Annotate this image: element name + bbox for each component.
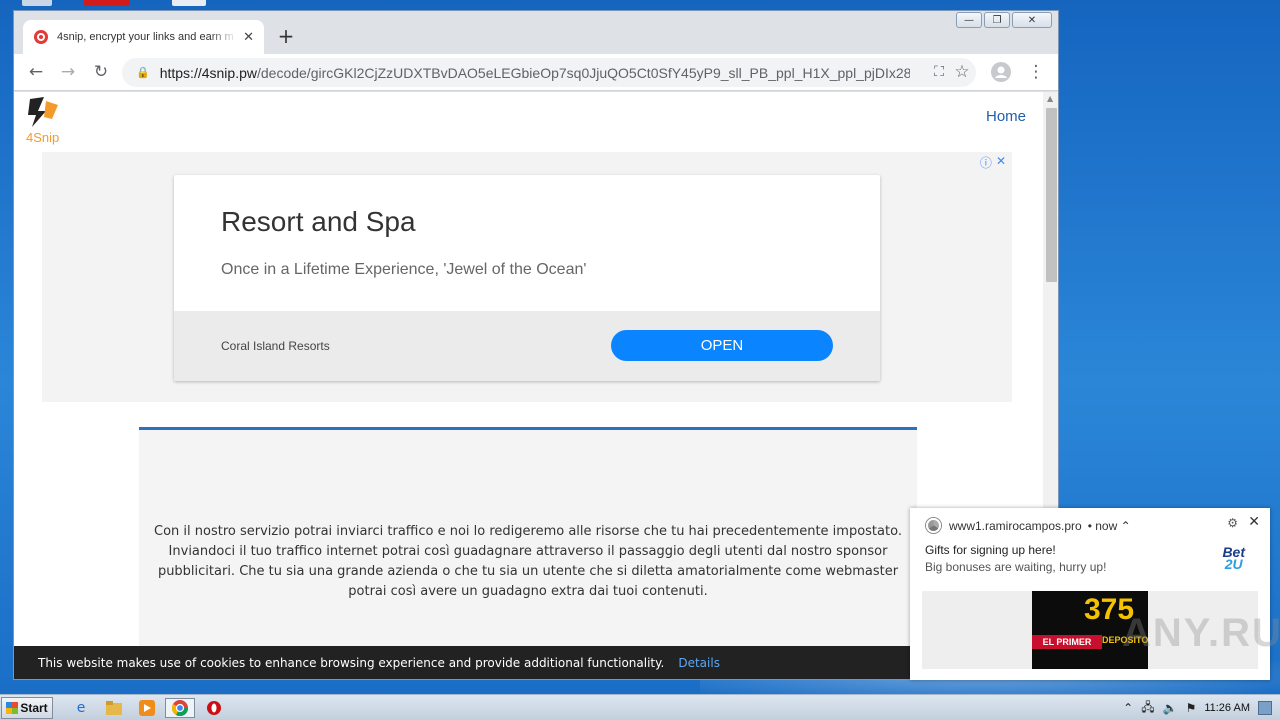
browser-toolbar: ← → ↻ 🔒 https://4snip.pw/decode/gircGKl2… [14, 54, 1058, 91]
taskbar: Start e ⌃ 🖧 🔈 ⚑ 11:26 AM [0, 694, 1280, 720]
profile-avatar-icon[interactable] [991, 62, 1011, 82]
notification-body: Big bonuses are waiting, hurry up! [925, 560, 1107, 574]
ad-open-button[interactable]: OPEN [611, 330, 833, 361]
logo-text[interactable]: 4Snip [26, 130, 59, 145]
show-desktop-button[interactable] [1258, 701, 1272, 715]
content-box: Con il nostro servizio potrai inviarci t… [139, 427, 917, 679]
network-icon[interactable]: 🖧 [1141, 698, 1154, 719]
ad-headline[interactable]: Resort and Spa [221, 206, 416, 238]
site-favicon-icon [34, 30, 48, 44]
page-viewport: 4Snip Home ⓘ ✕ Resort and Spa Once in a … [14, 92, 1058, 679]
desktop-icon[interactable] [172, 0, 206, 6]
clock[interactable]: 11:26 AM [1204, 702, 1250, 714]
anyrun-watermark: ANY.RUN [1122, 611, 1280, 655]
scroll-up-arrow-icon[interactable]: ▲ [1047, 94, 1053, 103]
tab-title: 4snip, encrypt your links and earn m [57, 31, 234, 43]
menu-kebab-icon[interactable]: ⋮ [1026, 62, 1046, 82]
lock-icon[interactable]: 🔒 [136, 66, 150, 79]
ad-advertiser: Coral Island Resorts [221, 339, 330, 353]
ad-info-icon[interactable]: ⓘ [980, 154, 992, 171]
home-link[interactable]: Home [986, 108, 1026, 125]
banner-red-strip: EL PRIMER [1032, 635, 1102, 649]
windows-flag-icon [6, 702, 19, 714]
file-explorer-icon[interactable] [103, 698, 125, 718]
new-tab-button[interactable]: + [276, 24, 296, 48]
opera-icon[interactable] [203, 698, 225, 718]
reload-icon[interactable]: ↻ [91, 62, 111, 82]
address-bar[interactable]: 🔒 https://4snip.pw/decode/gircGKl2CjZzUD… [122, 58, 976, 87]
tab-close-icon[interactable]: ✕ [243, 30, 254, 45]
scroll-thumb[interactable] [1046, 108, 1057, 282]
ad-card[interactable]: Resort and Spa Once in a Lifetime Experi… [174, 175, 880, 381]
push-notification[interactable]: www1.ramirocampos.pro • now ⌃ ⚙ ✕ Gifts … [910, 508, 1280, 680]
window-controls: — ❐ ✕ [956, 12, 1052, 28]
minimize-button[interactable]: — [956, 12, 982, 28]
start-label: Start [20, 701, 48, 715]
browser-tab[interactable]: 4snip, encrypt your links and earn m ✕ [23, 20, 264, 54]
tray-expand-icon[interactable]: ⌃ [1123, 701, 1133, 715]
notification-source: www1.ramirocampos.pro • now ⌃ [926, 518, 1131, 533]
url-text[interactable]: https://4snip.pw/decode/gircGKl2CjZzUDXT… [160, 65, 910, 81]
cookie-details-link[interactable]: Details [678, 656, 720, 670]
desktop-icon[interactable] [84, 0, 130, 6]
desktop-icon[interactable] [22, 0, 52, 6]
ad-container: ⓘ ✕ Resort and Spa Once in a Lifetime Ex… [42, 152, 1012, 402]
media-player-icon[interactable] [136, 698, 158, 718]
cookie-text: This website makes use of cookies to enh… [38, 656, 665, 670]
back-arrow-icon[interactable]: ← [26, 62, 46, 82]
ad-controls: ⓘ ✕ [980, 154, 1006, 171]
ad-description: Once in a Lifetime Experience, 'Jewel of… [221, 261, 587, 278]
content-text: Con il nostro servizio potrai inviarci t… [154, 524, 902, 599]
notification-site: www1.ramirocampos.pro [949, 518, 1082, 533]
volume-icon[interactable]: 🔈 [1163, 701, 1178, 715]
notification-settings-gear-icon[interactable]: ⚙ [1227, 516, 1238, 530]
action-center-flag-icon[interactable]: ⚑ [1186, 701, 1197, 715]
chrome-icon [926, 518, 941, 533]
4snip-logo-icon[interactable] [26, 95, 62, 129]
browser-window: — ❐ ✕ 4snip, encrypt your links and earn… [13, 10, 1059, 680]
notification-time[interactable]: • now ⌃ [1088, 519, 1131, 533]
notification-close-icon[interactable]: ✕ [1248, 514, 1260, 530]
ad-close-icon[interactable]: ✕ [996, 154, 1006, 171]
close-window-button[interactable]: ✕ [1012, 12, 1052, 28]
internet-explorer-icon[interactable]: e [70, 698, 92, 718]
system-tray: ⌃ 🖧 🔈 ⚑ 11:26 AM [1123, 695, 1280, 720]
chrome-taskbar-icon[interactable] [165, 698, 195, 718]
restore-button[interactable]: ❐ [984, 12, 1010, 28]
bookmark-star-icon[interactable]: ☆ [952, 62, 972, 82]
cookie-bar: This website makes use of cookies to enh… [14, 646, 1058, 679]
translate-icon[interactable]: ⛶ [930, 64, 948, 82]
notification-title: Gifts for signing up here! [925, 543, 1056, 557]
start-button[interactable]: Start [1, 697, 53, 719]
bet2u-logo: Bet 2U [1222, 544, 1245, 572]
forward-arrow-icon[interactable]: → [58, 62, 78, 82]
notification-image[interactable]: 375 EL PRIMER DEPOSITO ANY.RUN [922, 591, 1280, 669]
ad-footer: Coral Island Resorts OPEN [174, 311, 880, 381]
